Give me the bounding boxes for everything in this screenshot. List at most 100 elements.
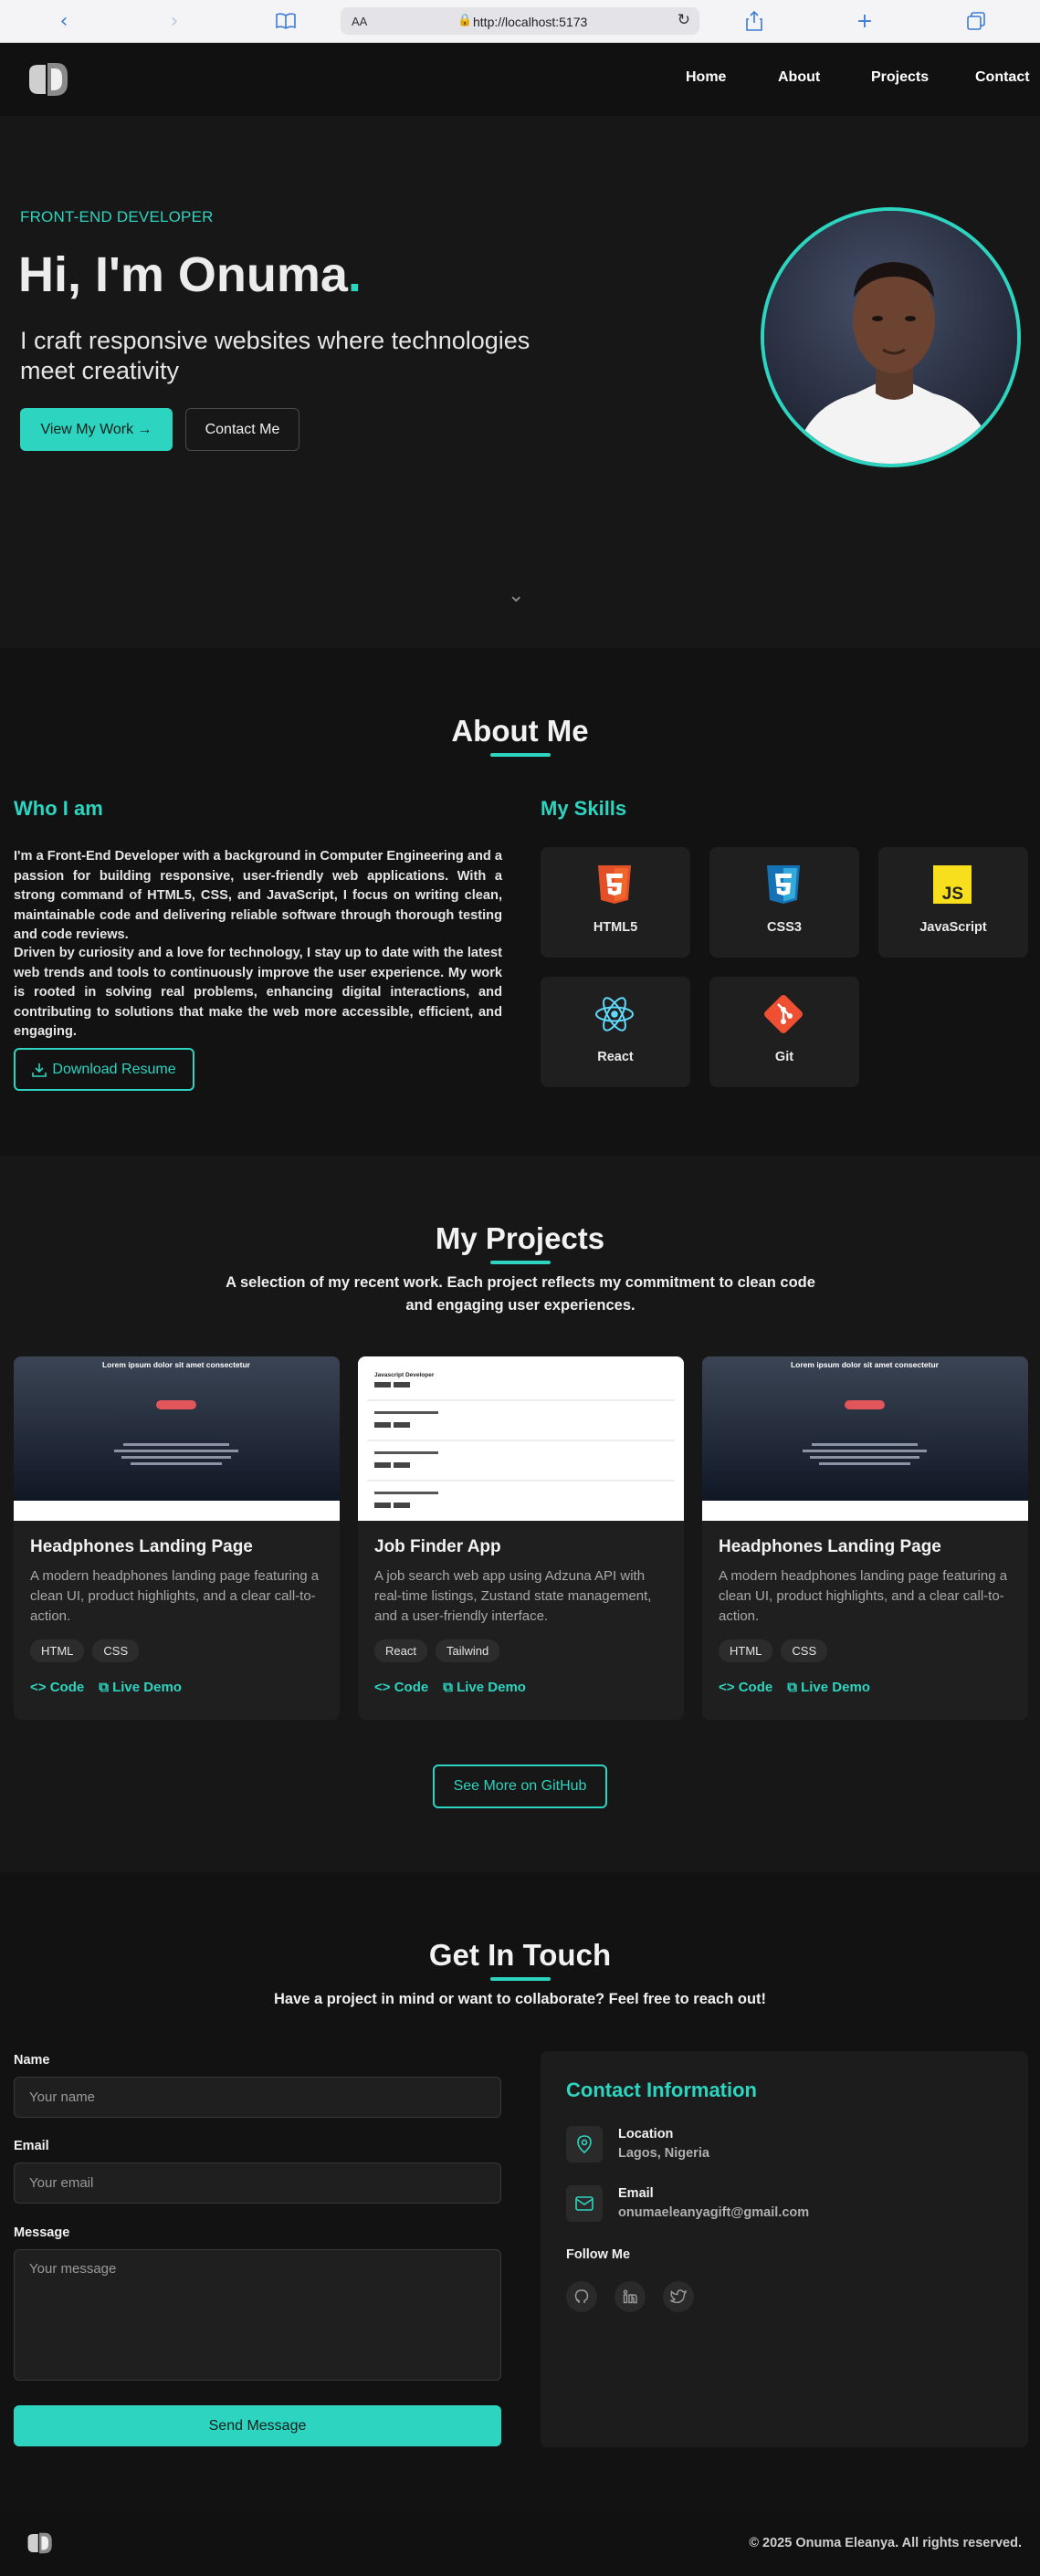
nav-projects-link[interactable]: Projects <box>871 69 929 86</box>
book-icon[interactable] <box>272 7 299 35</box>
contact-section: Get In Touch Have a project in mind or w… <box>0 1872 1040 2511</box>
project-thumbnail: Lorem ipsum dolor sit amet consectetur <box>14 1356 340 1521</box>
live-demo-label: Live Demo <box>112 1680 182 1695</box>
profile-photo <box>761 207 1021 467</box>
location-pin-icon <box>566 2126 603 2162</box>
skill-card-react: React <box>541 977 690 1087</box>
tag: HTML <box>719 1639 773 1662</box>
contact-me-button[interactable]: Contact Me <box>185 408 299 451</box>
hero-title-text: Hi, I'm Onuma <box>18 247 348 302</box>
about-paragraph-2: Driven by curiosity and a love for techn… <box>14 946 502 1039</box>
chevron-left-icon[interactable]: ‹ <box>50 7 78 35</box>
project-thumbnail: Lorem ipsum dolor sit amet consectetur <box>702 1356 1028 1521</box>
reload-icon[interactable]: ↻ <box>678 11 690 29</box>
thumb-heading: Javascript Developer <box>374 1372 435 1378</box>
project-tags: HTML CSS <box>30 1639 140 1662</box>
download-resume-button[interactable]: Download Resume <box>14 1048 194 1091</box>
about-section: About Me Who I am I'm a Front-End Develo… <box>0 648 1040 1156</box>
project-title: Headphones Landing Page <box>719 1537 941 1556</box>
plus-icon[interactable]: + <box>851 7 878 35</box>
git-icon <box>764 995 803 1033</box>
code-link[interactable]: <> Code <box>30 1680 84 1695</box>
hero-subtitle: I craft responsive websites where techno… <box>20 327 531 384</box>
hero-title-dot: . <box>347 247 362 302</box>
view-work-button[interactable]: View My Work → <box>20 408 173 451</box>
external-link-icon: ⧉ <box>787 1680 797 1695</box>
address-bar[interactable]: AA 🔒 http://localhost:5173 ↻ <box>341 7 699 35</box>
send-message-button[interactable]: Send Message <box>14 2405 501 2446</box>
skill-label: HTML5 <box>593 920 638 935</box>
about-paragraph-1: I'm a Front-End Developer with a backgro… <box>14 849 502 942</box>
tag: React <box>374 1639 427 1662</box>
project-links: <> Code ⧉ Live Demo <box>374 1680 526 1695</box>
code-icon: <> <box>719 1680 735 1695</box>
skill-card-javascript: JS JavaScript <box>878 847 1028 958</box>
copyright-text: © 2025 Onuma Eleanya. All rights reserve… <box>749 2536 1022 2550</box>
projects-subtitle: A selection of my recent work. Each proj… <box>226 1274 815 1314</box>
tag: HTML <box>30 1639 85 1662</box>
contact-info-card: Contact Information Location Lagos, Nige… <box>541 2051 1028 2447</box>
nav-contact-link[interactable]: Contact <box>975 69 1030 86</box>
project-tags: React Tailwind <box>374 1639 500 1662</box>
project-links: <> Code ⧉ Live Demo <box>719 1680 870 1695</box>
name-input[interactable] <box>14 2077 501 2118</box>
footer-logo[interactable] <box>26 2530 53 2556</box>
site-logo[interactable] <box>26 59 69 99</box>
download-icon <box>32 1063 47 1077</box>
linkedin-icon[interactable] <box>615 2281 646 2312</box>
scroll-down-icon[interactable]: ⌄ <box>508 584 524 607</box>
nav-home-link[interactable]: Home <box>686 69 726 86</box>
email-input[interactable] <box>14 2162 501 2204</box>
share-icon[interactable] <box>741 7 768 35</box>
live-demo-link[interactable]: ⧉ Live Demo <box>443 1680 526 1695</box>
project-description: A modern headphones landing page featuri… <box>30 1568 320 1624</box>
skill-card-git: Git <box>709 977 859 1087</box>
project-card: Lorem ipsum dolor sit amet consectetur H… <box>14 1356 340 1720</box>
tag: Tailwind <box>435 1639 500 1662</box>
skill-label: Git <box>774 1050 794 1064</box>
email-info-value[interactable]: onumaeleanyagift@gmail.com <box>618 2205 809 2220</box>
code-link-label: Code <box>738 1680 773 1695</box>
project-tags: HTML CSS <box>719 1639 828 1662</box>
code-link[interactable]: <> Code <box>374 1680 428 1695</box>
projects-title: My Projects <box>435 1221 605 1255</box>
skill-card-css3: CSS3 <box>709 847 859 958</box>
thumb-heading: Lorem ipsum dolor sit amet consectetur <box>102 1360 251 1369</box>
project-title: Job Finder App <box>374 1537 501 1556</box>
mail-icon <box>566 2185 603 2222</box>
contact-subtitle: Have a project in mind or want to collab… <box>273 1991 767 2007</box>
skill-label: React <box>597 1050 634 1064</box>
nav-about-link[interactable]: About <box>778 69 820 86</box>
github-icon[interactable] <box>566 2281 597 2312</box>
message-textarea[interactable] <box>14 2249 501 2381</box>
chevron-right-icon[interactable]: › <box>161 7 188 35</box>
contact-info-title: Contact Information <box>566 2079 757 2101</box>
url-text[interactable]: http://localhost:5173 <box>473 15 587 29</box>
project-thumbnail: Javascript Developer <box>358 1356 684 1521</box>
about-title: About Me <box>451 714 589 748</box>
download-resume-label: Download Resume <box>52 1061 176 1077</box>
project-card: Javascript Developer Job Finder App A jo… <box>358 1356 684 1720</box>
live-demo-link[interactable]: ⧉ Live Demo <box>99 1680 182 1695</box>
live-demo-link[interactable]: ⧉ Live Demo <box>787 1680 870 1695</box>
external-link-icon: ⧉ <box>99 1680 109 1695</box>
live-demo-label: Live Demo <box>457 1680 526 1695</box>
thumb-heading: Lorem ipsum dolor sit amet consectetur <box>791 1360 940 1369</box>
twitter-icon[interactable] <box>663 2281 694 2312</box>
hero-eyebrow: FRONT-END DEVELOPER <box>20 208 214 225</box>
code-link[interactable]: <> Code <box>719 1680 772 1695</box>
react-icon <box>595 997 634 1031</box>
project-description: A modern headphones landing page featuri… <box>719 1568 1008 1624</box>
follow-me-label: Follow Me <box>566 2247 631 2262</box>
location-value: Lagos, Nigeria <box>618 2146 709 2161</box>
skill-label: CSS3 <box>767 920 802 935</box>
reader-aa-button[interactable]: AA <box>352 15 367 28</box>
tabs-icon[interactable] <box>962 7 990 35</box>
project-title: Headphones Landing Page <box>30 1537 253 1556</box>
html5-icon <box>598 865 631 904</box>
browser-toolbar: ‹ › AA 🔒 http://localhost:5173 ↻ + <box>0 0 1040 43</box>
skills-heading: My Skills <box>541 797 627 820</box>
project-card: Lorem ipsum dolor sit amet consectetur H… <box>702 1356 1028 1720</box>
see-more-github-button[interactable]: See More on GitHub <box>433 1764 607 1808</box>
code-icon: <> <box>374 1680 391 1695</box>
